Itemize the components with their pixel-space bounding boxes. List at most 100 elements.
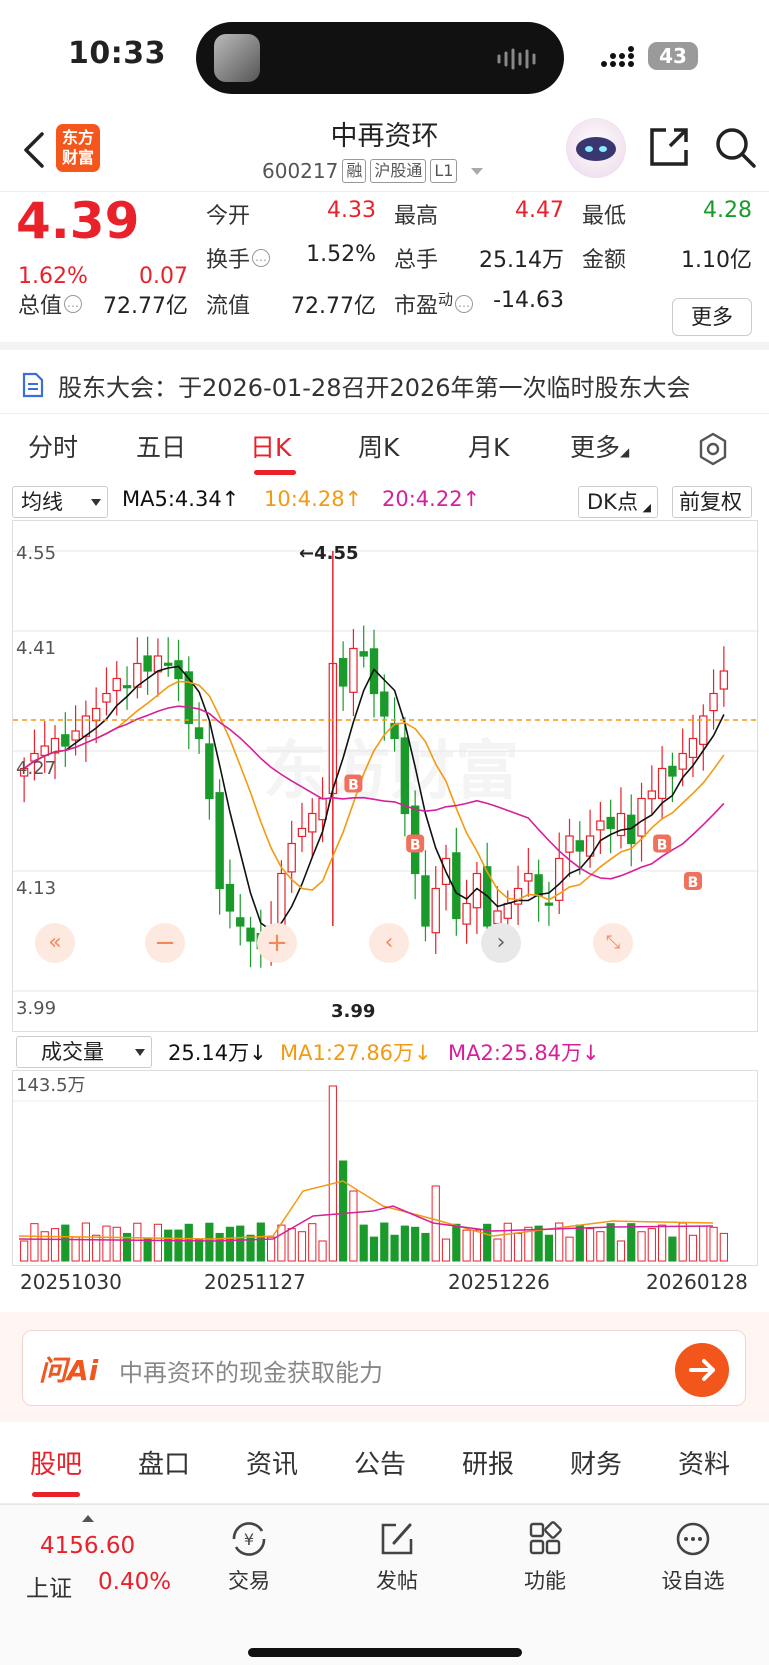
candle-body: [71, 730, 80, 741]
turnover-label: 换手…: [206, 242, 271, 274]
amount-label: 金额: [582, 248, 627, 273]
nav-post[interactable]: 发帖: [352, 1519, 442, 1595]
tab-monthly-k[interactable]: 月K: [468, 428, 509, 464]
volume-bar: [184, 1223, 193, 1262]
clock: 10:33: [68, 36, 166, 71]
fullscreen-button[interactable]: ⤡: [593, 923, 633, 963]
share-icon[interactable]: [646, 124, 692, 170]
nav-add-watchlist[interactable]: 设自选: [648, 1519, 738, 1595]
volume-value-legend: 25.14万↓: [168, 1041, 267, 1065]
tab-research[interactable]: 研报: [462, 1444, 514, 1481]
volume-bar: [277, 1224, 286, 1262]
ai-ask-input[interactable]: 问Ai 中再资环的现金获取能力: [22, 1330, 746, 1406]
zoom-out-button[interactable]: −: [145, 923, 185, 963]
volume-bar: [194, 1238, 204, 1262]
dynamic-island: [196, 22, 564, 94]
chevron-down-icon[interactable]: [471, 167, 484, 175]
step-right-button[interactable]: ›: [481, 923, 521, 963]
nav-trade[interactable]: ¥ 交易: [204, 1519, 294, 1595]
volume-bar: [20, 1240, 29, 1262]
scroll-left-button[interactable]: «: [35, 923, 75, 963]
volume-bar: [637, 1231, 646, 1262]
tab-intraday[interactable]: 分时: [28, 428, 78, 464]
candle-body: [318, 797, 327, 821]
vol-ma2-legend: MA2:25.84万↓: [448, 1041, 600, 1065]
candle-body: [524, 872, 533, 882]
indicator-select[interactable]: 均线: [12, 486, 108, 518]
expand-up-icon[interactable]: [82, 1515, 94, 1522]
volume-bar: [575, 1224, 584, 1262]
candle-body: [61, 734, 70, 747]
stock-code-row: 600217 融 沪股通 L1: [262, 156, 484, 186]
tab-announcements[interactable]: 公告: [354, 1444, 406, 1481]
date-label-2: 20251127: [204, 1270, 306, 1294]
candle-body: [205, 743, 214, 800]
volume-bar: [308, 1223, 317, 1262]
volume-bar: [688, 1234, 698, 1262]
candle-body: [349, 647, 358, 693]
index-value[interactable]: 4156.60: [40, 1533, 135, 1559]
volume-bar: [102, 1225, 111, 1262]
low-label: 最低: [582, 204, 627, 229]
candle-body: [91, 707, 101, 722]
y-tick-441: 4.41: [16, 638, 56, 659]
step-left-button[interactable]: ‹: [369, 923, 409, 963]
dk-point-select[interactable]: DK点 ◢: [578, 486, 658, 518]
candle-body: [616, 812, 626, 837]
search-icon[interactable]: [712, 124, 758, 170]
candle-body: [143, 655, 152, 672]
tab-daily-k[interactable]: 日K: [250, 428, 291, 464]
gear-icon[interactable]: [696, 432, 730, 466]
volume-svg: 143.5万: [13, 1075, 759, 1262]
volume-bar: [339, 1160, 348, 1262]
nav-functions[interactable]: 功能: [500, 1519, 590, 1595]
volume-bar: [462, 1229, 471, 1262]
vol-ma1-legend: MA1:27.86万↓: [280, 1041, 432, 1065]
date-label-4: 20260128: [646, 1270, 748, 1294]
volume-bar: [390, 1234, 399, 1262]
ai-robot-icon[interactable]: [566, 118, 626, 178]
grid-icon: [529, 1521, 562, 1555]
volume-select[interactable]: 成交量: [16, 1036, 152, 1068]
tab-guba[interactable]: 股吧: [30, 1444, 82, 1481]
tab-finance[interactable]: 财务: [570, 1444, 622, 1481]
volume-bar: [380, 1222, 389, 1262]
volume-bar: [369, 1236, 379, 1262]
high-label: 最高: [394, 204, 439, 229]
volume-chart[interactable]: 143.5万: [12, 1070, 759, 1266]
ai-logo: 问Ai: [39, 1354, 99, 1387]
bottom-navigation: 4156.60 上证 0.40% ¥ 交易 发帖 功能 设自选: [0, 1504, 769, 1665]
volume-bar: [421, 1232, 430, 1262]
candle-body: [380, 691, 389, 717]
volume-bar: [709, 1226, 718, 1262]
volume-max-label: 143.5万: [16, 1075, 86, 1096]
candle-body: [452, 852, 461, 920]
ai-ask-band: 问Ai 中再资环的现金获取能力: [0, 1312, 769, 1422]
ai-submit-button[interactable]: [675, 1343, 729, 1397]
notice-bar[interactable]: 股东大会：于2026-01-28召开2026年第一次临时股东大会: [0, 358, 769, 414]
kline-chart[interactable]: 东方财富 B B B B 4.55 4.41 4.27 4.13 3.99 ←4.55…: [12, 520, 759, 1032]
tag-margin: 融: [342, 159, 367, 183]
change-percent: 1.62%: [18, 264, 88, 289]
tab-more[interactable]: 更多◢: [570, 428, 629, 464]
float-cap-value: 72.77亿: [291, 294, 376, 319]
candle-body: [359, 651, 368, 657]
buy-point-label: B: [688, 875, 699, 891]
tab-five-day[interactable]: 五日: [136, 428, 186, 464]
tab-news[interactable]: 资讯: [246, 1444, 298, 1481]
low-value: 4.28: [703, 198, 752, 223]
tab-pankou[interactable]: 盘口: [138, 1444, 190, 1481]
adjust-select[interactable]: 前复权: [672, 486, 752, 518]
volume-bar: [472, 1229, 481, 1262]
volume-bar: [225, 1226, 235, 1262]
more-button[interactable]: 更多: [672, 298, 752, 336]
zoom-in-button[interactable]: +: [257, 923, 297, 963]
ai-placeholder: 中再资环的现金获取能力: [119, 1359, 383, 1387]
media-thumbnail: [214, 34, 260, 82]
candle-body: [421, 875, 430, 927]
volume-bar: [153, 1223, 163, 1262]
y-tick-455: 4.55: [16, 543, 56, 564]
candle-body: [493, 910, 502, 925]
tab-weekly-k[interactable]: 周K: [358, 428, 399, 464]
tab-profile[interactable]: 资料: [678, 1444, 730, 1481]
